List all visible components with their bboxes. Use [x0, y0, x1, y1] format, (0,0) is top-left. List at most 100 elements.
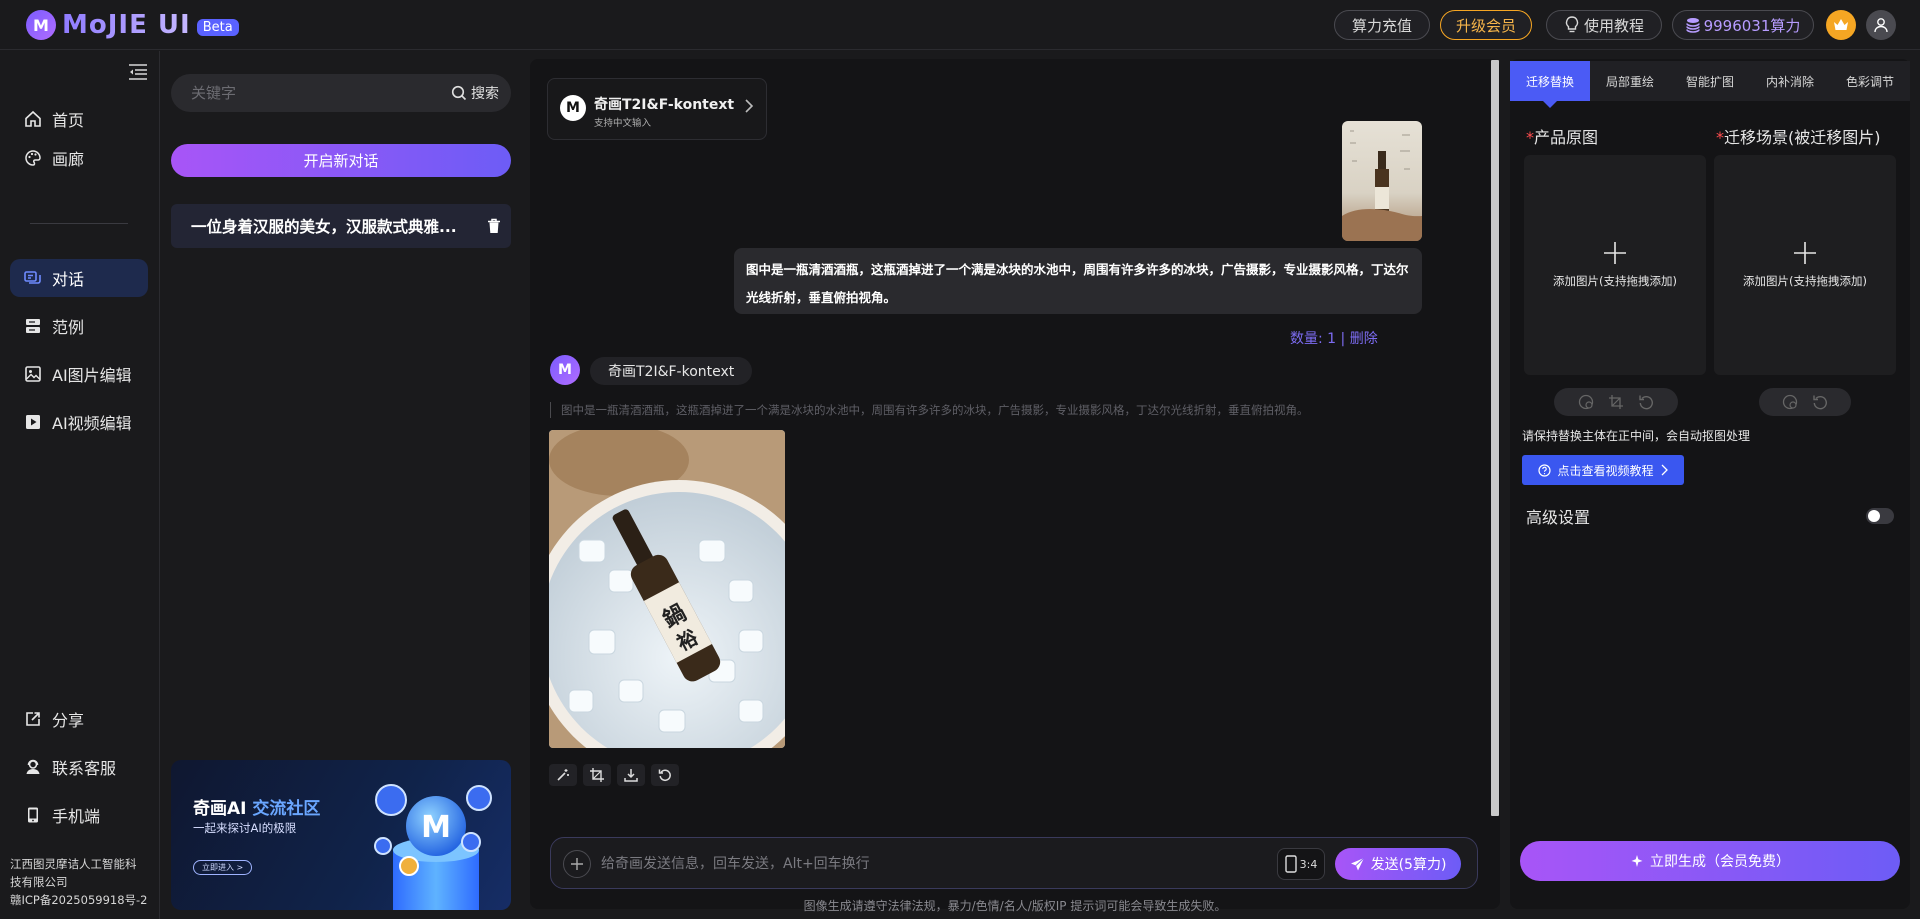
gallery-icon [24, 149, 42, 167]
trash-icon[interactable] [487, 218, 501, 234]
generate-label: 立即生成（会员免费） [1650, 854, 1790, 870]
new-chat-button[interactable]: 开启新对话 [171, 144, 511, 177]
nav-item-share[interactable]: 分享 [10, 700, 148, 738]
crop-icon[interactable] [583, 764, 611, 786]
scene-image-dropzone[interactable]: 添加图片(支持拖拽添加) [1714, 155, 1896, 375]
support-icon [24, 758, 42, 776]
video-tutorial-label: 点击查看视频教程 [1557, 463, 1654, 478]
nav-item-video-edit[interactable]: AI视频编辑 [10, 403, 148, 441]
generate-button[interactable]: 立即生成（会员免费） [1520, 841, 1900, 881]
mobile-icon [24, 806, 42, 824]
nav-item-examples[interactable]: 范例 [10, 307, 148, 345]
tab-color-adjust[interactable]: 色彩调节 [1830, 61, 1910, 101]
reset-icon[interactable] [1812, 394, 1828, 410]
search-input[interactable] [191, 84, 451, 102]
product-image-dropzone[interactable]: 添加图片(支持拖拽添加) [1524, 155, 1706, 375]
download-icon[interactable] [617, 764, 645, 786]
ai-model-tag: 奇画T2I&F-kontext [590, 357, 753, 385]
scene-image-label: *迁移场景(被迁移图片) [1716, 124, 1881, 148]
history-panel: 搜索 开启新对话 一位身着汉服的美女，汉服款式典雅... 奇画AI 交流社区 一… [161, 51, 530, 919]
chat-icon [24, 269, 42, 287]
banner-title-highlight: 交流社区 [252, 799, 321, 819]
logo-text: MoJIE UI [62, 10, 191, 40]
left-nav: 首页 画廊 对话 范例 AI图片编辑 AI视频编辑 分享 联系客服 手机端 江西… [0, 51, 160, 919]
reset-icon[interactable] [1638, 394, 1654, 410]
nav-item-gallery[interactable]: 画廊 [10, 139, 148, 177]
nav-item-mobile[interactable]: 手机端 [10, 796, 148, 834]
collapse-menu-icon[interactable] [128, 63, 148, 81]
message-input[interactable] [601, 852, 1121, 876]
product-image-label-text: 产品原图 [1534, 128, 1599, 147]
upgrade-vip-button[interactable]: 升级会员 [1440, 10, 1532, 40]
aspect-ratio-button[interactable]: 3:4 [1277, 848, 1325, 880]
chat-area: M 奇画T2I&F-kontext 支持中文输入 图中是一瓶清酒酒瓶，这瓶酒掉进… [530, 59, 1500, 913]
nav-item-support[interactable]: 联系客服 [10, 748, 148, 786]
user-message: 图中是一瓶清酒酒瓶，这瓶酒掉进了一个满是冰块的水池中，周围有许多许多的冰块，广告… [734, 248, 1422, 314]
tutorial-button[interactable]: 使用教程 [1546, 10, 1662, 40]
recharge-button[interactable]: 算力充值 [1334, 10, 1430, 40]
ai-avatar-icon: M [550, 355, 580, 385]
result-count: 数量: 1 [1290, 331, 1337, 347]
sparkle-icon [1630, 854, 1644, 868]
result-actions [549, 764, 679, 786]
content-disclaimer: 图像生成请遵守法律法规，暴力/色情/名人/版权IP 提示词可能会导致生成失败。 [803, 899, 1227, 913]
plus-icon [1603, 241, 1627, 265]
company-name-line2: 技有限公司 [10, 875, 68, 889]
crown-icon[interactable] [1826, 10, 1856, 40]
nav-divider [30, 223, 128, 224]
tool-tabs: 迁移替换 局部重绘 智能扩图 内补消除 色彩调节 [1510, 61, 1910, 108]
banner-illustration: M [374, 784, 492, 910]
company-info: 江西图灵摩诘人工智能科 技有限公司 赣ICP备2025059918号-2 [10, 855, 150, 909]
icp-number[interactable]: 赣ICP备2025059918号-2 [10, 891, 150, 909]
nav-item-home[interactable]: 首页 [10, 100, 148, 138]
share-icon [24, 710, 42, 728]
community-banner[interactable]: 奇画AI 交流社区 一起来探讨AI的极限 立即进入 > M [171, 760, 511, 910]
power-balance-button[interactable]: 9996031算力 [1672, 10, 1814, 40]
send-button[interactable]: 发送(5算力) [1335, 848, 1461, 880]
edit-tools-panel: 迁移替换 局部重绘 智能扩图 内补消除 色彩调节 *产品原图 *迁移场景(被迁移… [1510, 59, 1910, 909]
magic-wand-icon[interactable] [549, 764, 577, 786]
logo[interactable]: M MoJIE UI Beta [26, 10, 239, 40]
banner-title: 奇画AI 交流社区 [193, 794, 320, 819]
nav-item-label: 分享 [52, 711, 85, 730]
nav-item-label: 画廊 [52, 150, 85, 169]
portrait-frame-icon [1284, 855, 1297, 873]
delete-link[interactable]: 删除 [1350, 331, 1378, 347]
generated-image[interactable]: 鍋 裕 [549, 430, 785, 748]
scene-image-label-text: 迁移场景(被迁移图片) [1724, 128, 1881, 147]
model-selector[interactable]: M 奇画T2I&F-kontext 支持中文输入 [547, 78, 767, 140]
home-icon [24, 110, 42, 128]
dropzone-hint: 添加图片(支持拖拽添加) [1743, 274, 1867, 288]
help-circle-icon [1538, 463, 1552, 477]
nav-item-image-edit[interactable]: AI图片编辑 [10, 355, 148, 393]
dropzone-hint: 添加图片(支持拖拽添加) [1553, 274, 1677, 288]
user-uploaded-image[interactable] [1342, 121, 1422, 241]
cutout-icon[interactable] [1782, 394, 1798, 410]
nav-item-label: 联系客服 [52, 759, 117, 778]
add-attachment-button[interactable] [563, 850, 591, 878]
nav-item-label: 首页 [52, 111, 85, 130]
video-tutorial-button[interactable]: 点击查看视频教程 [1522, 455, 1684, 485]
power-label: 9996031算力 [1703, 16, 1801, 35]
cutout-icon[interactable] [1578, 394, 1594, 410]
required-mark: * [1526, 128, 1534, 147]
search-button[interactable]: 搜索 [451, 83, 499, 103]
top-header: M MoJIE UI Beta 算力充值 升级会员 使用教程 9996031算力 [0, 0, 1920, 50]
tab-smart-expand[interactable]: 智能扩图 [1670, 61, 1750, 101]
centering-tip: 请保持替换主体在正中间，会自动抠图处理 [1522, 429, 1751, 443]
conversation-title: 一位身着汉服的美女，汉服款式典雅... [191, 218, 457, 236]
nav-item-chat[interactable]: 对话 [10, 259, 148, 297]
advanced-settings-toggle[interactable] [1866, 508, 1894, 524]
banner-enter-button[interactable]: 立即进入 > [193, 860, 253, 875]
tab-inpaint-remove[interactable]: 内补消除 [1750, 61, 1830, 101]
user-avatar-icon[interactable] [1866, 10, 1896, 40]
crop-icon[interactable] [1608, 394, 1624, 410]
scene-image-tools [1759, 388, 1851, 416]
search-button-label: 搜索 [471, 86, 499, 102]
conversation-item[interactable]: 一位身着汉服的美女，汉服款式典雅... [171, 204, 511, 248]
tab-migrate-replace[interactable]: 迁移替换 [1510, 61, 1590, 108]
regenerate-icon[interactable] [651, 764, 679, 786]
tab-partial-redraw[interactable]: 局部重绘 [1590, 61, 1670, 101]
chat-scrollbar[interactable] [1491, 60, 1499, 816]
product-image-tools [1554, 388, 1678, 416]
